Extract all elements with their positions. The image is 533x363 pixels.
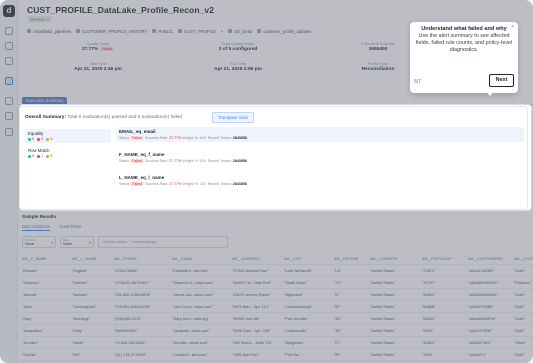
next-button[interactable]: Next: [489, 74, 514, 87]
fail-dot-icon: [37, 137, 41, 141]
tooltip-arrow: [486, 91, 494, 96]
pass-dot-icon: [28, 154, 31, 158]
warn-dot-icon: [46, 154, 50, 158]
warn-dot-icon: [46, 137, 50, 141]
pass-dot-icon: [28, 137, 31, 141]
check-item-row-match[interactable]: Row Match 0 1 0: [25, 146, 111, 160]
app-window: d CUST_PROFILE_DataLake_Profile_Recon_v2…: [0, 0, 533, 363]
transpose-view-button[interactable]: Transpose View: [212, 112, 254, 123]
overall-summary-text: Overall Summary: Total 0 evaluation(s) p…: [25, 115, 182, 120]
check-item-equality[interactable]: Equality 0 2 0: [25, 129, 111, 143]
fail-dot-icon: [37, 154, 41, 158]
status-badge: Failed: [130, 182, 144, 186]
rule-item[interactable]: EMAIL_eq_email Status Failed Success Rat…: [116, 127, 524, 142]
rule-item[interactable]: F_NAME_eq_f_name Status Failed Success R…: [116, 150, 524, 165]
tour-spotlight: Overall Summary: Total 0 evaluation(s) p…: [20, 105, 531, 210]
tooltip-title: Understand what failed and why: [421, 26, 507, 32]
status-badge: Failed: [130, 136, 144, 140]
tour-tooltip: × Understand what failed and why Use the…: [410, 22, 518, 93]
tour-step-counter: 5/7: [414, 79, 421, 85]
rule-item[interactable]: L_NAME_eq_l_name Status Failed Success R…: [116, 173, 524, 188]
check-list: Equality 0 2 0 Row Match 0 1 0: [25, 129, 111, 169]
tooltip-body: Use the alert summary to see affected fi…: [415, 33, 513, 53]
status-badge: Failed: [130, 159, 144, 163]
overall-summary-panel: Overall Summary: Total 0 evaluation(s) p…: [20, 107, 527, 209]
